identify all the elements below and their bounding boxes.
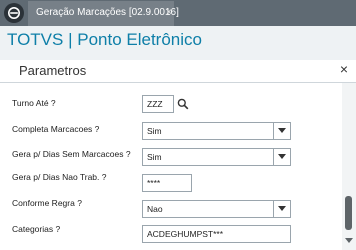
tab-bar: Geração Marcações [02.9.0016] ×	[0, 0, 356, 26]
gera-dias-sem-marcacoes-value: Sim	[147, 152, 162, 162]
tab-close-icon[interactable]: ×	[166, 1, 172, 25]
dialog-header: Parametros ×	[0, 60, 356, 83]
conforme-regra-value: Nao	[147, 204, 163, 214]
conforme-regra-select[interactable]: Nao	[142, 200, 291, 218]
tab-title: Geração Marcações [02.9.0016]	[36, 7, 179, 18]
totvs-logo-icon[interactable]	[4, 3, 24, 23]
completa-marcacoes-select[interactable]: Sim	[142, 122, 291, 140]
completa-marcacoes-value: Sim	[147, 126, 162, 136]
dialog-close-icon[interactable]: ×	[340, 61, 348, 77]
parameters-form: Turno Até ? ZZZ Completa Marcacoes ? Sim…	[0, 83, 342, 250]
gera-dias-nao-trab-input[interactable]: ****	[142, 174, 192, 192]
categorias-label: Categorias ?	[12, 224, 61, 234]
chevron-down-icon[interactable]	[273, 149, 290, 165]
scrollbar-thumb[interactable]	[345, 196, 352, 230]
app-title: TOTVS | Ponto Eletrônico	[7, 30, 202, 49]
search-icon[interactable]	[177, 97, 189, 115]
parametros-dialog: Parametros × Turno Até ? ZZZ Completa Ma…	[0, 60, 356, 250]
scroll-down-icon[interactable]	[345, 238, 353, 243]
app-header: TOTVS | Ponto Eletrônico	[0, 26, 356, 61]
completa-marcacoes-label: Completa Marcacoes ?	[12, 124, 100, 134]
turno-ate-label: Turno Até ?	[12, 98, 56, 108]
gera-dias-sem-marcacoes-label: Gera p/ Dias Sem Marcacoes ?	[12, 149, 131, 159]
chevron-down-icon[interactable]	[273, 123, 290, 139]
categorias-input[interactable]: ACDEGHUMPST***	[142, 225, 291, 243]
conforme-regra-label: Conforme Regra ?	[12, 198, 82, 208]
gera-dias-sem-marcacoes-select[interactable]: Sim	[142, 148, 291, 166]
dialog-title: Parametros	[19, 63, 87, 78]
turno-ate-input[interactable]: ZZZ	[142, 95, 174, 113]
chevron-down-icon[interactable]	[273, 201, 290, 217]
form-scrollbar[interactable]	[342, 83, 356, 250]
gera-dias-nao-trab-label: Gera p/ Dias Nao Trab. ?	[12, 172, 107, 182]
tab-geracao-marcacoes[interactable]: Geração Marcações [02.9.0016] ×	[28, 1, 179, 26]
